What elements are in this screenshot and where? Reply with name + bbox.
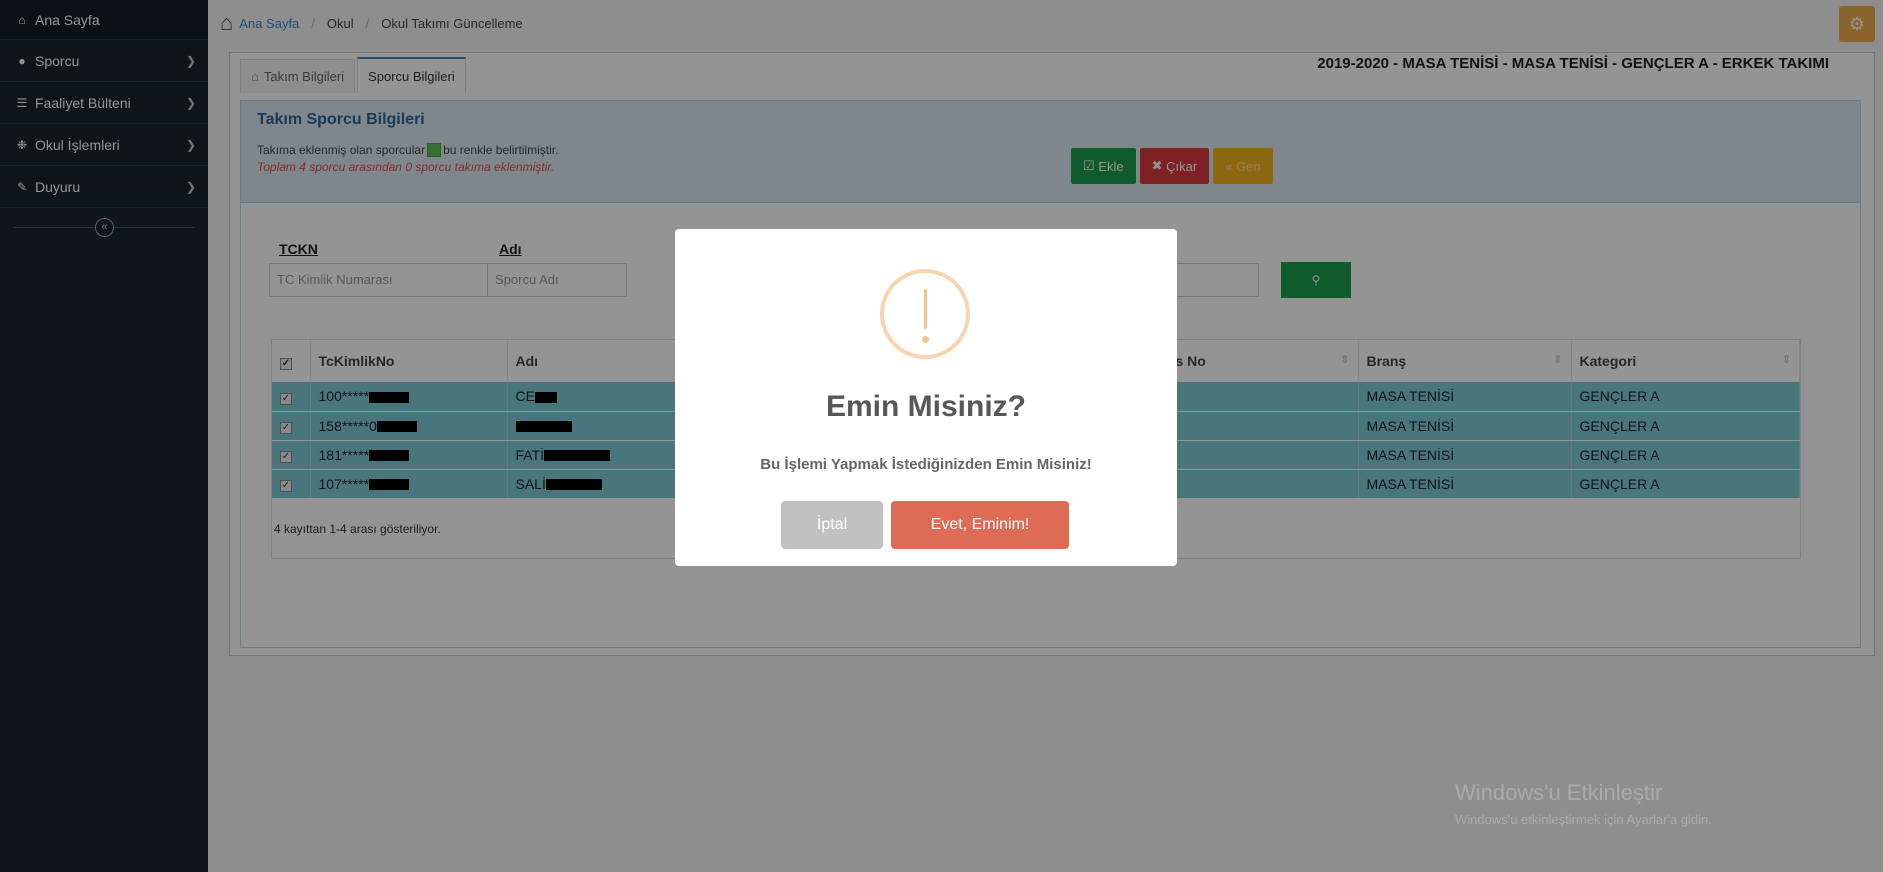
dialog-message: Bu İşlemi Yapmak İstediğinizden Emin Mis… [760,456,1092,473]
windows-activation-watermark: Windows'u Etkinleştir Windows'u etkinleş… [1455,780,1712,827]
warning-bar [924,289,927,329]
dialog-title: Emin Misiniz? [825,390,1026,423]
warning-dot [922,336,929,343]
confirm-button[interactable]: Evet, Eminim! [891,501,1069,549]
confirm-dialog: Emin Misiniz? Bu İşlemi Yapmak İstediğin… [675,229,1177,566]
watermark-line-2: Windows'u etkinleştirmek için Ayarlar'a … [1455,812,1712,827]
watermark-line-1: Windows'u Etkinleştir [1455,780,1663,805]
cancel-button[interactable]: İptal [781,501,883,549]
warning-icon [880,269,970,359]
